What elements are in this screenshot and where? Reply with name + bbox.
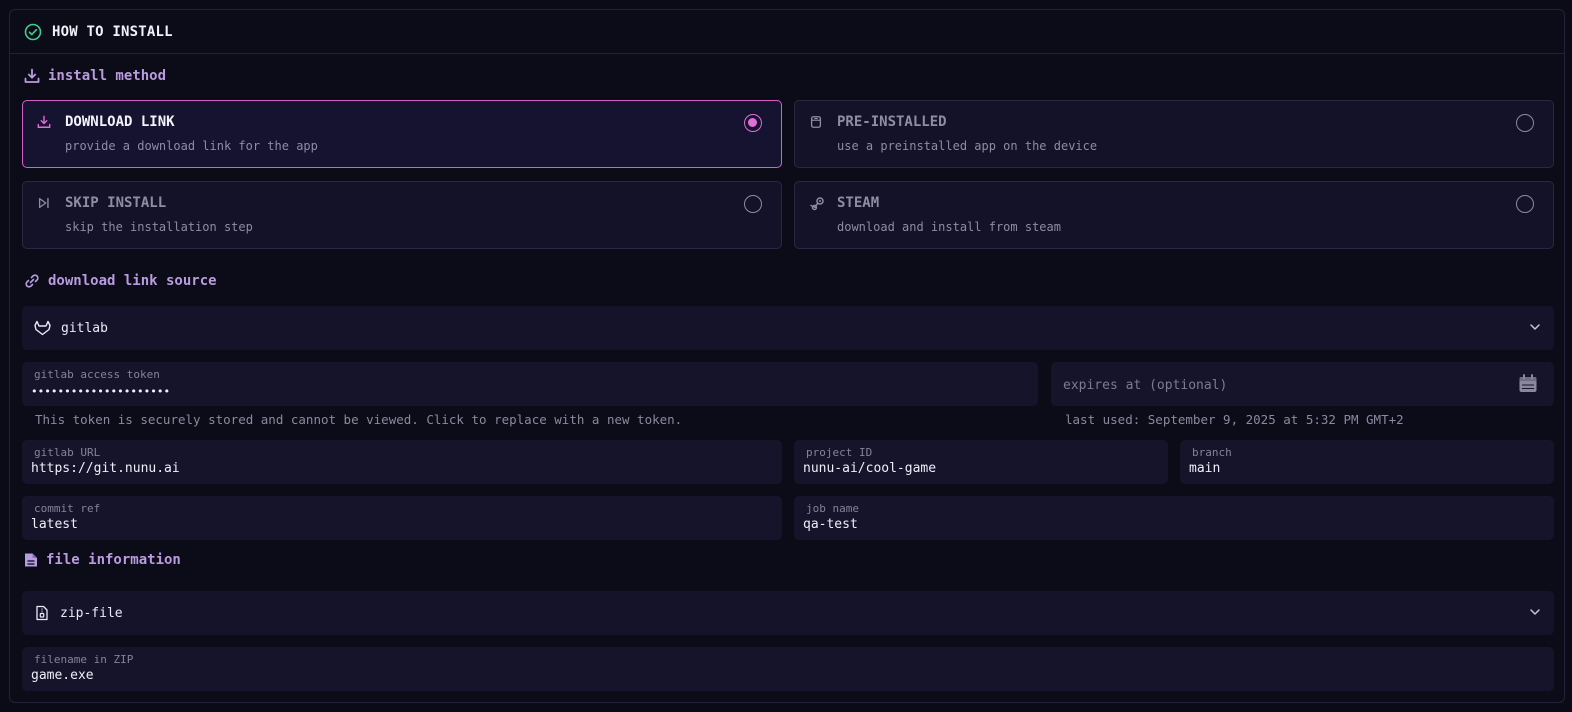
steam-icon — [809, 196, 825, 212]
option-pre-installed[interactable]: PRE-INSTALLED use a preinstalled app on … — [794, 100, 1554, 168]
expires-at-field[interactable]: expires at (optional) — [1051, 362, 1554, 406]
field-value: main — [1189, 461, 1221, 476]
field-label: gitlab access token — [34, 368, 160, 381]
option-steam[interactable]: STEAM download and install from steam — [794, 181, 1554, 249]
device-icon — [809, 115, 823, 129]
source-select[interactable]: gitlab — [22, 306, 1554, 350]
gitlab-icon — [34, 320, 51, 336]
option-title: SKIP INSTALL — [65, 195, 167, 211]
field-value: nunu-ai/cool-game — [803, 461, 937, 476]
download-icon — [37, 115, 51, 129]
calendar-icon[interactable] — [1518, 374, 1538, 394]
check-circle-icon — [24, 23, 42, 41]
field-label: job name — [806, 502, 859, 515]
file-info-heading: file information — [24, 552, 181, 568]
gitlab-url-field[interactable]: gitlab URL https://git.nunu.ai — [22, 440, 782, 484]
option-skip-install[interactable]: SKIP INSTALL skip the installation step — [22, 181, 782, 249]
install-method-heading: install method — [24, 68, 166, 84]
file-icon — [24, 552, 38, 568]
commit-ref-field[interactable]: commit ref latest — [22, 496, 782, 540]
radio-unselected[interactable] — [1516, 195, 1534, 213]
file-type-select[interactable]: zip-file — [22, 591, 1554, 635]
file-archive-icon — [34, 605, 50, 621]
option-description: skip the installation step — [65, 220, 253, 234]
install-panel: HOW TO INSTALL install method DOWNLOAD L… — [9, 9, 1565, 703]
token-hint: This token is securely stored and cannot… — [35, 412, 683, 427]
field-label: filename in ZIP — [34, 653, 134, 666]
field-label: branch — [1192, 446, 1232, 459]
field-label: project ID — [806, 446, 873, 459]
option-title: DOWNLOAD LINK — [65, 114, 175, 130]
last-used-text: last used: September 9, 2025 at 5:32 PM … — [1065, 412, 1404, 427]
chevron-down-icon — [1528, 605, 1542, 619]
option-description: use a preinstalled app on the device — [837, 139, 1098, 153]
download-icon — [24, 68, 40, 84]
file-type-value: zip-file — [60, 605, 123, 621]
chevron-down-icon — [1528, 320, 1542, 334]
radio-unselected[interactable] — [1516, 114, 1534, 132]
download-source-heading: download link source — [24, 273, 217, 289]
project-id-field[interactable]: project ID nunu-ai/cool-game — [794, 440, 1168, 484]
branch-field[interactable]: branch main — [1180, 440, 1554, 484]
panel-header: HOW TO INSTALL — [10, 10, 1564, 54]
field-label: commit ref — [34, 502, 101, 515]
field-value: https://git.nunu.ai — [31, 461, 180, 476]
field-label: gitlab URL — [34, 446, 101, 459]
radio-selected[interactable] — [744, 114, 762, 132]
panel-title: HOW TO INSTALL — [52, 23, 173, 40]
link-icon — [24, 273, 40, 289]
option-title: STEAM — [837, 195, 880, 211]
filename-in-zip-field[interactable]: filename in ZIP game.exe — [22, 647, 1554, 691]
field-value: latest — [31, 517, 78, 532]
field-placeholder: expires at (optional) — [1063, 378, 1228, 393]
field-value: game.exe — [31, 668, 94, 683]
radio-unselected[interactable] — [744, 195, 762, 213]
option-description: download and install from steam — [837, 220, 1061, 234]
job-name-field[interactable]: job name qa-test — [794, 496, 1554, 540]
source-select-value: gitlab — [61, 320, 108, 336]
field-value: ••••••••••••••••••••• — [31, 385, 171, 398]
field-value: qa-test — [803, 517, 858, 532]
skip-forward-icon — [37, 196, 51, 210]
option-download-link[interactable]: DOWNLOAD LINK provide a download link fo… — [22, 100, 782, 168]
option-title: PRE-INSTALLED — [837, 114, 947, 130]
option-description: provide a download link for the app — [65, 139, 318, 153]
access-token-field[interactable]: gitlab access token ••••••••••••••••••••… — [22, 362, 1038, 406]
